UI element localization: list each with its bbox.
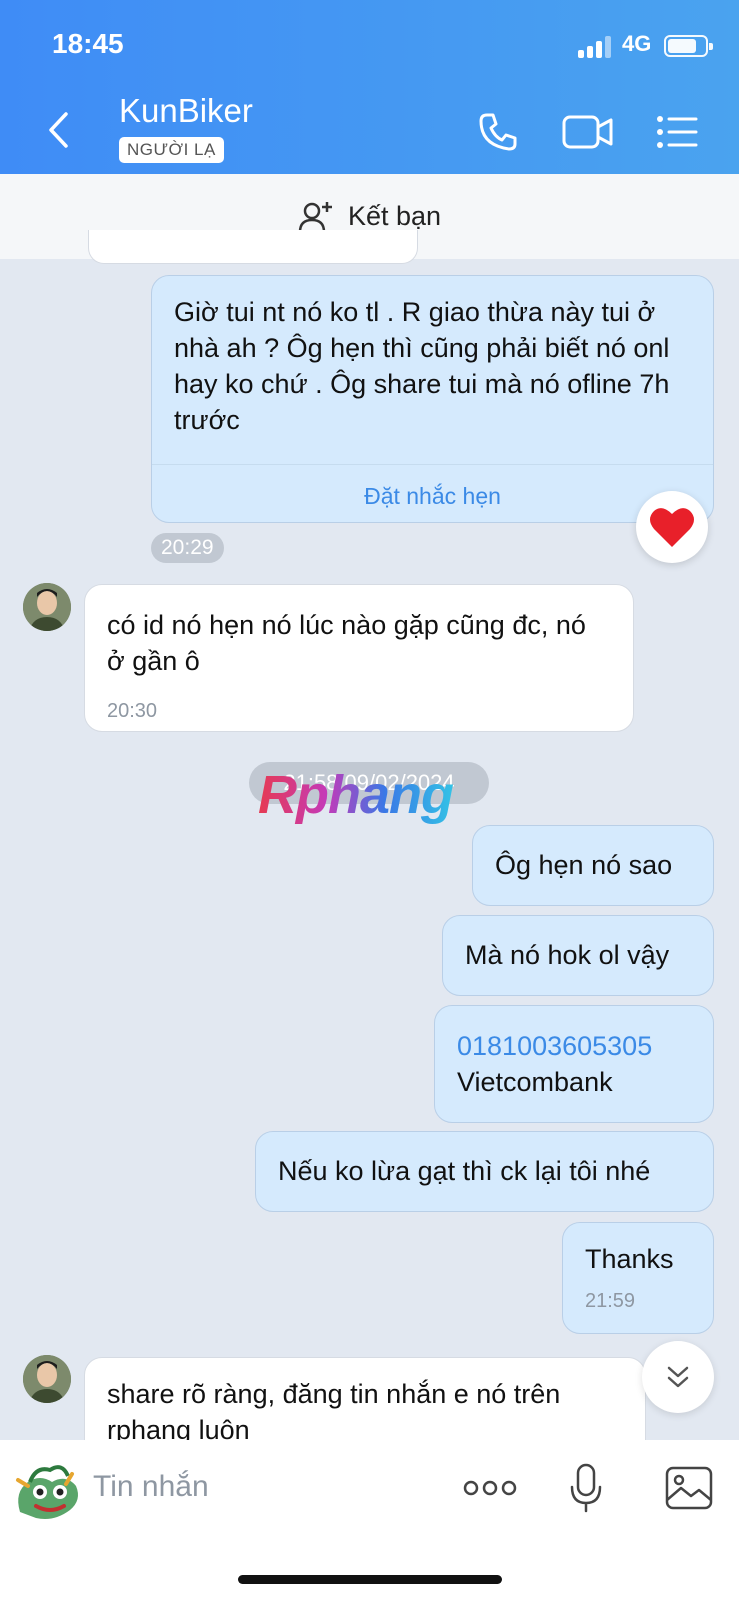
account-number-link[interactable]: 0181003605305 [457,1028,691,1064]
message-text: có id nó hẹn nó lúc nào gặp cũng đc, nó … [107,610,586,676]
outgoing-message[interactable]: 0181003605305 Vietcombank [434,1005,714,1123]
heart-icon [650,508,694,547]
outgoing-message[interactable]: Nếu ko lừa gạt thì ck lại tôi nhé [255,1131,714,1212]
back-icon [49,112,68,148]
set-reminder-button[interactable]: Đặt nhắc hẹn [152,478,713,514]
chevron-double-down-icon [667,1366,689,1388]
voice-message-button[interactable] [568,1460,604,1516]
message-text: Nếu ko lừa gạt thì ck lại tôi nhé [278,1156,651,1186]
bank-name: Vietcombank [457,1067,613,1097]
battery-icon [664,35,713,57]
add-friend-icon [298,201,332,233]
home-indicator [238,1575,502,1584]
stranger-badge: NGƯỜI LẠ [119,137,224,163]
message-text: Giờ tui nt nó ko tl . R giao thừa này tu… [174,297,670,435]
outgoing-message[interactable]: Giờ tui nt nó ko tl . R giao thừa này tu… [151,275,714,523]
avatar[interactable] [23,1355,71,1403]
scroll-to-bottom-button[interactable] [642,1341,714,1413]
message-text: share rõ ràng, đăng tin nhắn e nó trên r… [107,1379,561,1445]
outgoing-message[interactable]: Mà nó hok ol vậy [442,915,714,996]
chat-header: 18:45 4G KunBiker NGƯỜI LẠ [0,0,739,174]
chat-menu-button[interactable] [654,108,700,156]
outgoing-message[interactable]: Thanks 21:59 [562,1222,714,1334]
voice-call-button[interactable] [472,108,524,156]
more-icon [463,1480,517,1496]
sticker-button[interactable] [10,1452,84,1526]
more-button[interactable] [462,1460,518,1516]
microphone-icon [570,1463,602,1513]
video-call-button[interactable] [560,108,616,156]
network-label: 4G [622,31,652,56]
message-text: Thanks [585,1244,674,1274]
message-input[interactable]: Tin nhắn [93,1470,209,1504]
signal-icon [578,36,612,58]
divider [152,464,713,465]
avatar[interactable] [23,583,71,631]
sticker-icon [16,1465,78,1519]
message-time: 20:30 [107,700,158,722]
add-friend-label: Kết bạn [347,201,442,231]
previous-message-bubble [88,230,418,264]
phone-icon [479,113,517,151]
outgoing-message[interactable]: Ôg hẹn nó sao [472,825,714,906]
incoming-message[interactable]: có id nó hẹn nó lúc nào gặp cũng đc, nó … [84,584,634,732]
video-call-icon [562,115,613,149]
status-time: 18:45 [52,28,124,59]
message-time: 20:29 [151,533,224,563]
reaction-button[interactable] [636,491,708,563]
message-time: 21:59 [585,1290,636,1312]
image-icon [665,1466,713,1510]
message-text: Mà nó hok ol vậy [465,940,670,970]
send-image-button[interactable] [664,1460,714,1516]
contact-name[interactable]: KunBiker [119,92,253,130]
menu-list-icon [657,116,698,148]
back-button[interactable] [38,108,78,152]
message-text: Ôg hẹn nó sao [495,850,673,880]
watermark-logo: Rphang [258,765,454,825]
